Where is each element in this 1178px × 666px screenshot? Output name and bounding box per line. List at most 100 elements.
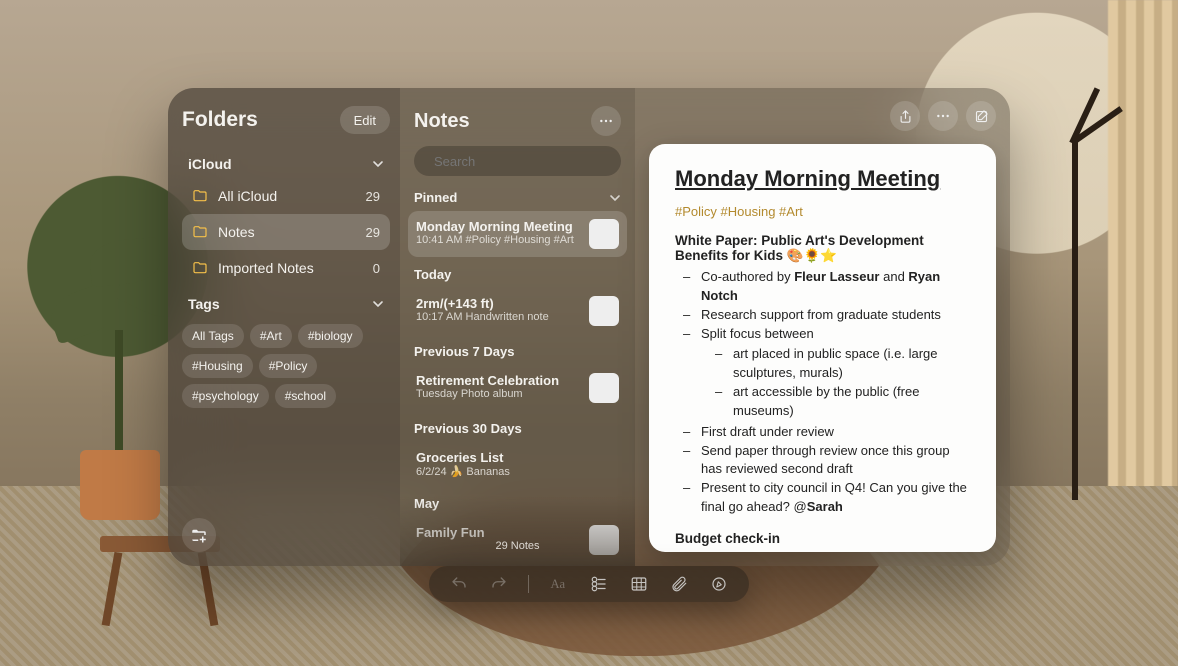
- folder-label: Imported Notes: [218, 260, 314, 276]
- search-field[interactable]: [414, 146, 621, 176]
- note-group-header[interactable]: May: [400, 488, 635, 515]
- group-label: Previous 7 Days: [414, 344, 514, 359]
- note-group-header[interactable]: Previous 30 Days: [400, 413, 635, 440]
- compose-button[interactable]: [966, 101, 996, 131]
- table-button[interactable]: [628, 573, 650, 595]
- search-input[interactable]: [432, 153, 612, 170]
- note-item-title: 2rm/(+143 ft): [416, 296, 581, 311]
- notes-window: Folders Edit iCloud All iCloud 29 Notes 29 I…: [168, 88, 1010, 566]
- folder-label: Notes: [218, 224, 255, 240]
- tags-section-label: Tags: [188, 296, 220, 312]
- note-item-title: Groceries List: [416, 450, 619, 465]
- note-item-subtitle: 10:17 AM Handwritten note: [416, 311, 581, 323]
- note-paper[interactable]: Monday Morning Meeting #Policy #Housing …: [649, 144, 996, 552]
- redo-icon: [490, 575, 508, 593]
- note-count-label: 29 Notes: [400, 540, 635, 552]
- tag-chip[interactable]: #school: [275, 384, 336, 408]
- bullet-item: Research support from graduate students: [697, 306, 970, 325]
- share-icon: [898, 109, 913, 124]
- section-label: iCloud: [188, 156, 232, 172]
- tag-chip[interactable]: #Art: [250, 324, 292, 348]
- folder-item[interactable]: All iCloud 29: [182, 178, 390, 214]
- new-folder-icon: [190, 526, 208, 544]
- white-paper-heading: White Paper: Public Art's Development Be…: [675, 233, 970, 264]
- undo-icon: [450, 575, 468, 593]
- white-paper-list: Co-authored by Fleur Lasseur and Ryan No…: [675, 268, 970, 517]
- more-button[interactable]: [591, 106, 621, 136]
- chevron-down-icon: [609, 192, 621, 204]
- note-item[interactable]: Retirement CelebrationTuesday Photo albu…: [408, 365, 627, 411]
- new-folder-button[interactable]: [182, 518, 216, 552]
- note-title: Monday Morning Meeting: [675, 166, 970, 192]
- checklist-button[interactable]: [588, 573, 610, 595]
- bullet-item: art placed in public space (i.e. large s…: [729, 345, 970, 383]
- note-thumbnail: [589, 373, 619, 403]
- folder-label: All iCloud: [218, 188, 277, 204]
- attach-icon: [670, 575, 688, 593]
- folder-count: 29: [366, 225, 380, 240]
- chevron-down-icon: [372, 298, 384, 310]
- note-tags: #Policy #Housing #Art: [675, 204, 970, 219]
- note-group-header[interactable]: Pinned: [400, 182, 635, 209]
- bullet-item: Split focus betweenart placed in public …: [697, 325, 970, 421]
- note-item[interactable]: Groceries List6/2/24 🍌 Bananas: [408, 442, 627, 486]
- format-toolbar: Aa: [429, 566, 749, 602]
- note-group-header[interactable]: Today: [400, 259, 635, 286]
- ellipsis-icon: [598, 113, 614, 129]
- note-item-subtitle: 10:41 AM #Policy #Housing #Art: [416, 234, 581, 246]
- tags-list: All Tags#Art#biology #Housing#Policy #psyc…: [182, 324, 390, 408]
- section-tags[interactable]: Tags: [182, 286, 390, 318]
- table-icon: [630, 575, 648, 593]
- edit-button-label: Edit: [354, 113, 376, 128]
- bullet-item: Present to city council in Q4! Can you g…: [697, 479, 970, 517]
- tag-chip[interactable]: #Housing: [182, 354, 253, 378]
- group-label: Previous 30 Days: [414, 421, 522, 436]
- folder-count: 29: [366, 189, 380, 204]
- edit-button[interactable]: Edit: [340, 106, 390, 134]
- undo-button: [448, 573, 470, 595]
- format-button: Aa: [547, 573, 569, 595]
- group-label: Today: [414, 267, 451, 282]
- sidebar-title: Folders: [182, 108, 258, 132]
- checklist-icon: [590, 575, 608, 593]
- editor-more-button[interactable]: [928, 101, 958, 131]
- note-item-title: Monday Morning Meeting: [416, 219, 581, 234]
- note-item[interactable]: Monday Morning Meeting10:41 AM #Policy #…: [408, 211, 627, 257]
- note-item-title: Family Fun: [416, 525, 581, 540]
- chevron-down-icon: [372, 158, 384, 170]
- budget-heading: Budget check-in: [675, 531, 970, 546]
- group-label: Pinned: [414, 190, 457, 205]
- share-button[interactable]: [890, 101, 920, 131]
- tag-chip[interactable]: All Tags: [182, 324, 244, 348]
- bullet-item: Recap of Q2 finances from Jasmine: [697, 550, 970, 552]
- folder-item[interactable]: Notes 29: [182, 214, 390, 250]
- tag-chip[interactable]: #biology: [298, 324, 363, 348]
- bullet-item: Send paper through review once this grou…: [697, 442, 970, 480]
- note-item-subtitle: Tuesday Photo album: [416, 388, 581, 400]
- bullet-item: Co-authored by Fleur Lasseur and Ryan No…: [697, 268, 970, 306]
- group-label: May: [414, 496, 439, 511]
- markup-icon: [710, 575, 728, 593]
- note-item-subtitle: 6/2/24 🍌 Bananas: [416, 465, 619, 478]
- folders-sidebar: Folders Edit iCloud All iCloud 29 Notes 29 I…: [168, 88, 400, 566]
- section-icloud[interactable]: iCloud: [182, 146, 390, 178]
- markup-button[interactable]: [708, 573, 730, 595]
- note-item-title: Retirement Celebration: [416, 373, 581, 388]
- budget-list: Recap of Q2 finances from JasmineDiscus …: [675, 550, 970, 552]
- tag-chip[interactable]: #Policy: [259, 354, 318, 378]
- format-icon: Aa: [548, 574, 568, 594]
- note-thumbnail: [589, 219, 619, 249]
- bullet-item: art accessible by the public (free museu…: [729, 383, 970, 421]
- toolbar-divider: [528, 575, 529, 593]
- bullet-item: First draft under review: [697, 423, 970, 442]
- note-group-header[interactable]: Previous 7 Days: [400, 336, 635, 363]
- note-item[interactable]: 2rm/(+143 ft)10:17 AM Handwritten note: [408, 288, 627, 334]
- folder-count: 0: [373, 261, 380, 276]
- tag-chip[interactable]: #psychology: [182, 384, 269, 408]
- folder-item[interactable]: Imported Notes 0: [182, 250, 390, 286]
- ellipsis-icon: [935, 108, 951, 124]
- floor-lamp: [1072, 140, 1078, 500]
- compose-icon: [974, 109, 989, 124]
- note-thumbnail: [589, 296, 619, 326]
- attach-button[interactable]: [668, 573, 690, 595]
